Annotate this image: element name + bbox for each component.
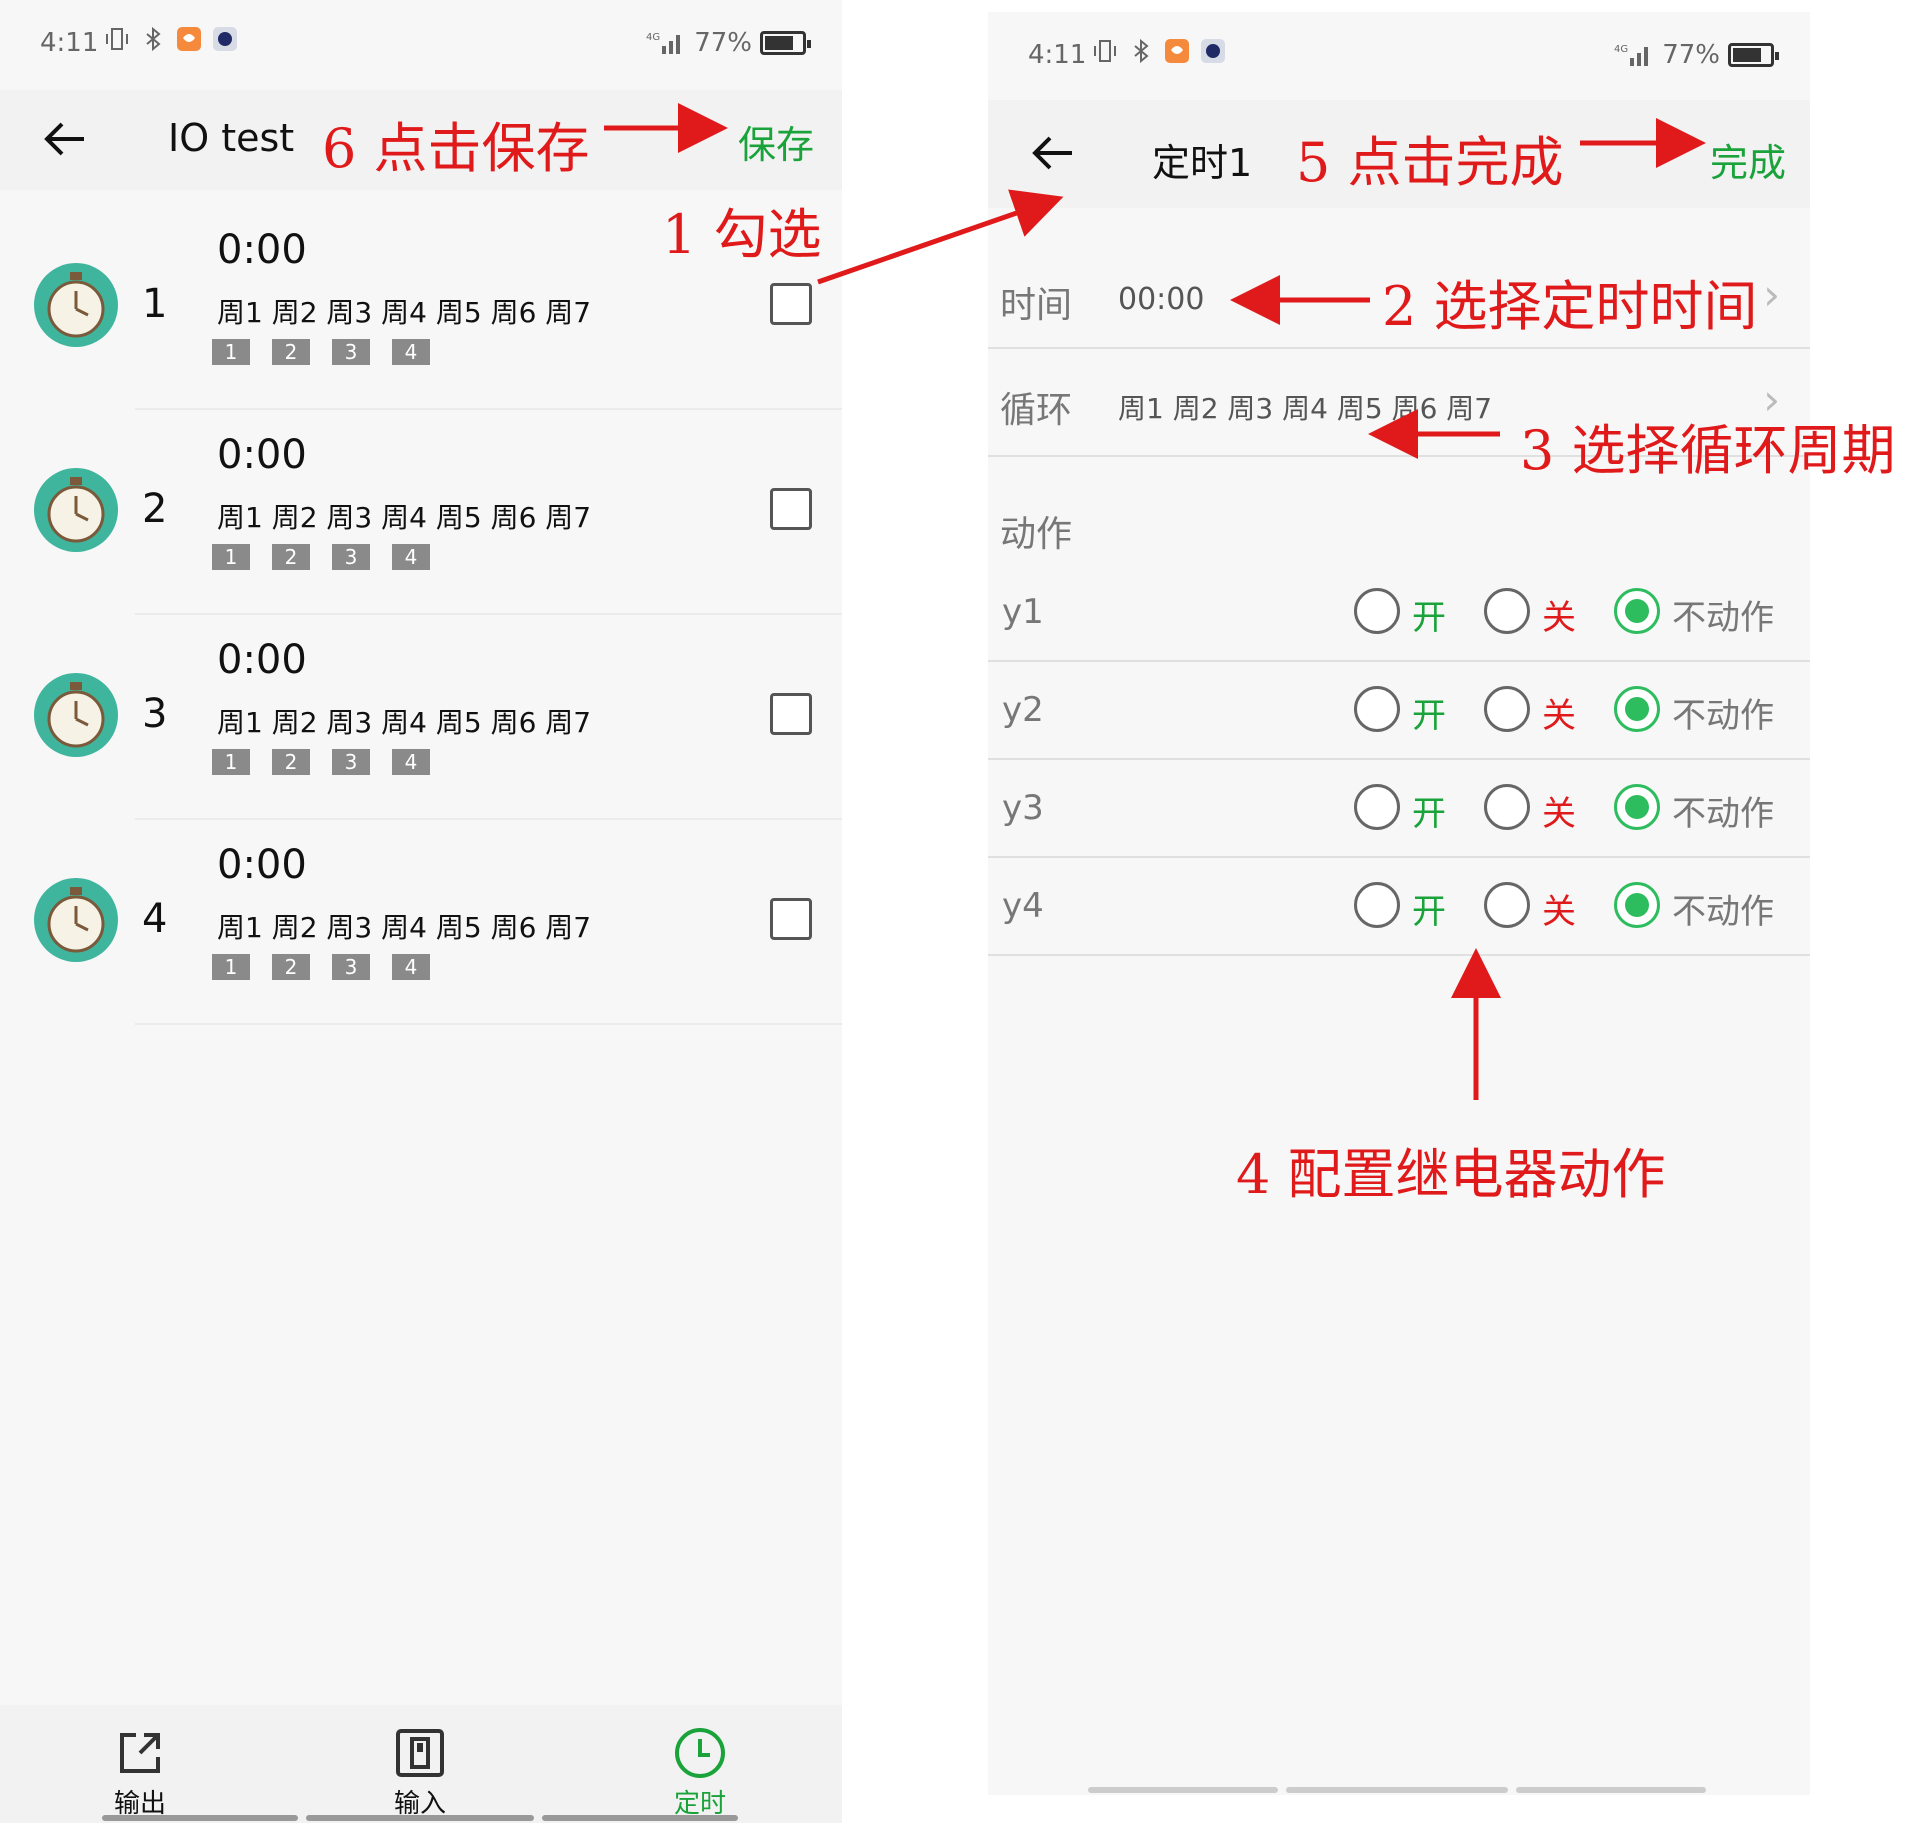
arrow-checkbox-to-edit xyxy=(817,189,1064,285)
annotation-arrows xyxy=(604,103,1706,1100)
